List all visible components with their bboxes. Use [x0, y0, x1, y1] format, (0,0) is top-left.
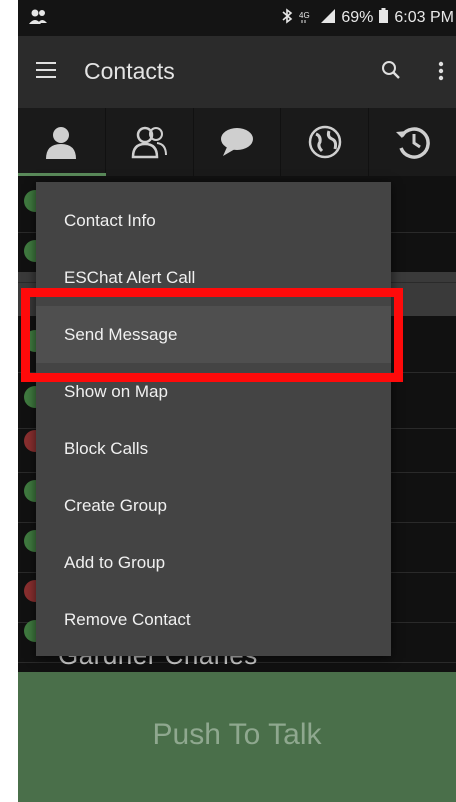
group-icon: [131, 126, 168, 159]
menu-item-add-to-group[interactable]: Add to Group: [36, 534, 391, 591]
tab-messages[interactable]: [194, 108, 282, 176]
highlight-annotation-box: [21, 288, 403, 382]
menu-item-label: Remove Contact: [64, 610, 191, 629]
contacts-notification-icon: [28, 8, 48, 26]
hamburger-menu-icon[interactable]: [36, 62, 56, 78]
person-icon: [46, 127, 77, 159]
search-icon[interactable]: [380, 59, 402, 81]
status-icons: 4G 69% 6:03 PM: [281, 7, 456, 29]
menu-item-label: Show on Map: [64, 382, 168, 401]
phone-screen: 4G 69% 6:03 PM Contacts Contact Info ESC…: [18, 0, 456, 802]
tab-map[interactable]: [281, 108, 370, 176]
tab-groups[interactable]: [106, 108, 194, 176]
bluetooth-icon: [281, 7, 293, 29]
history-icon: [395, 127, 430, 159]
chat-bubble-icon: [220, 128, 253, 156]
app-bar: Contacts: [18, 36, 456, 108]
signal-icon: [321, 8, 336, 28]
lte-icon: 4G: [299, 9, 315, 28]
clock: 6:03 PM: [394, 9, 454, 26]
svg-text:4G: 4G: [299, 11, 310, 20]
menu-item-label: Block Calls: [64, 439, 149, 458]
page-title: Contacts: [84, 58, 175, 84]
menu-item-contact-info[interactable]: Contact Info: [36, 192, 391, 249]
menu-item-create-group[interactable]: Create Group: [36, 477, 391, 534]
menu-item-block-calls[interactable]: Block Calls: [36, 420, 391, 477]
battery-icon: [379, 8, 389, 28]
tab-contacts[interactable]: [18, 108, 106, 176]
contact-context-menu: Contact Info ESChat Alert Call Send Mess…: [36, 182, 391, 656]
globe-icon: [308, 125, 342, 159]
push-to-talk-button[interactable]: Push To Talk: [18, 672, 456, 802]
menu-item-label: ESChat Alert Call: [64, 268, 196, 287]
overflow-menu-icon[interactable]: [438, 60, 444, 82]
push-to-talk-label: Push To Talk: [152, 718, 322, 751]
battery-percent: 69%: [341, 9, 374, 26]
menu-item-remove-contact[interactable]: Remove Contact: [36, 591, 391, 648]
menu-item-label: Add to Group: [64, 553, 166, 572]
tab-history[interactable]: [369, 108, 456, 176]
status-bar: 4G 69% 6:03 PM: [18, 0, 456, 36]
menu-item-label: Contact Info: [64, 211, 156, 230]
tab-bar: [18, 108, 456, 176]
menu-item-label: Create Group: [64, 496, 167, 515]
